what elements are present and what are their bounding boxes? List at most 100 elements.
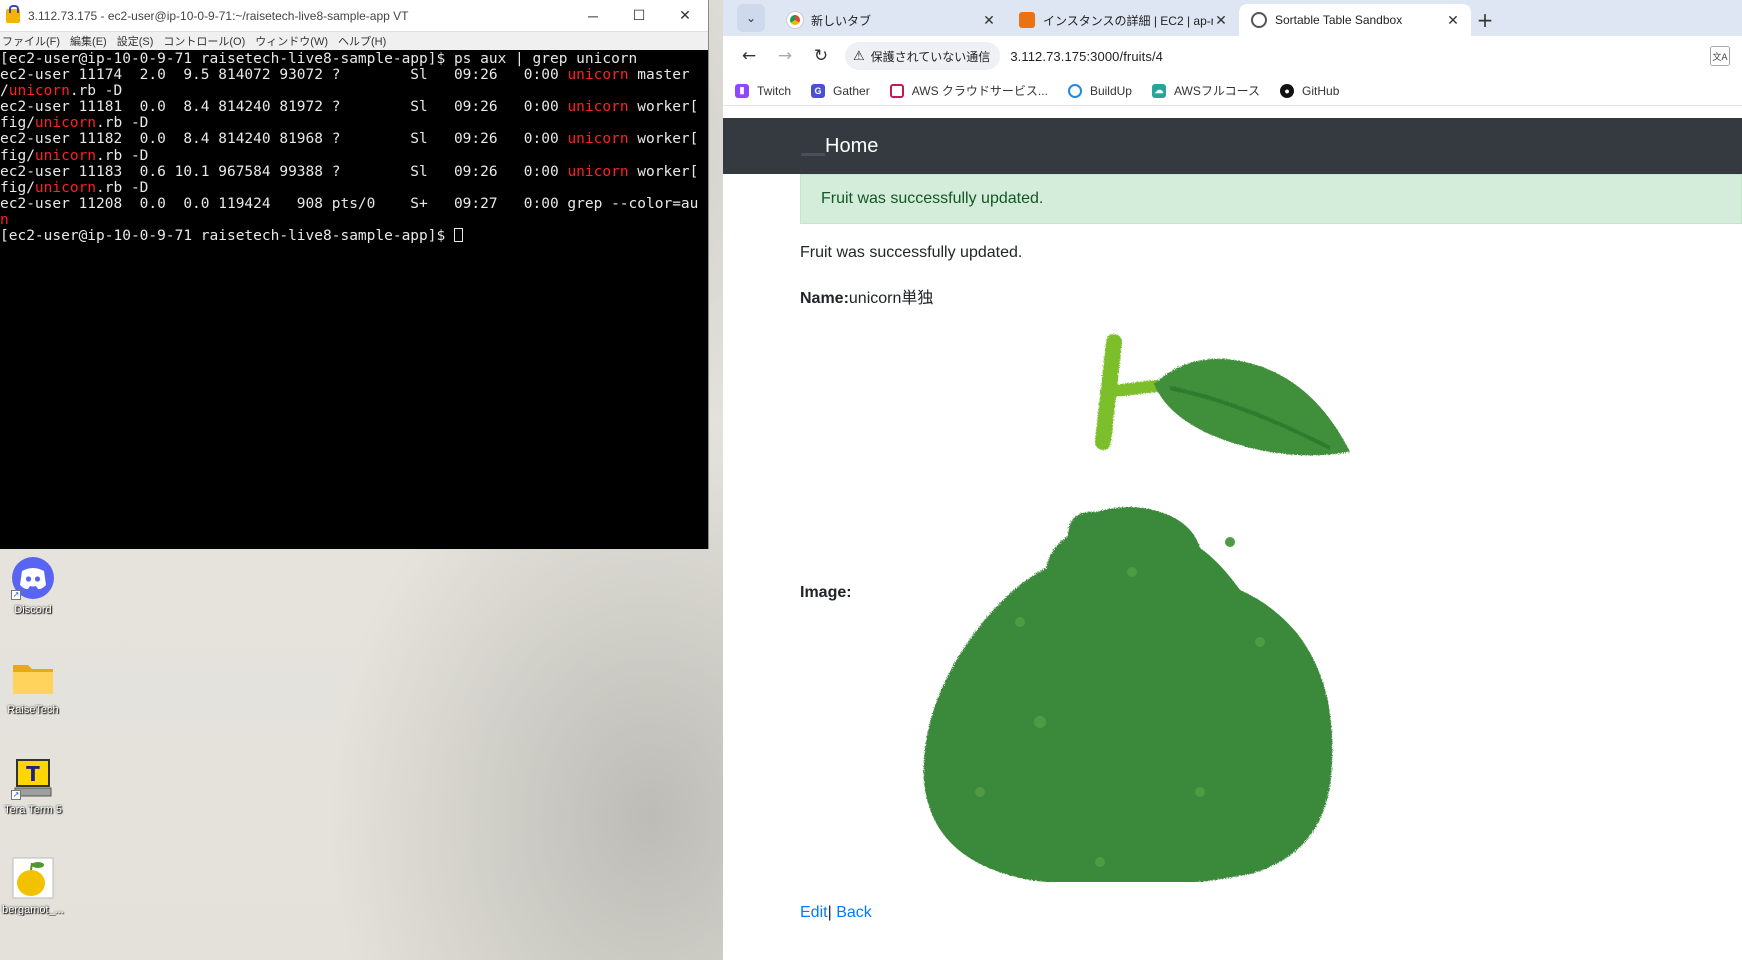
reload-icon[interactable]: ↻ [803,40,839,72]
menu-edit[interactable]: 編集(E) [68,33,115,49]
terminal-text: ec2-user 11174 2.0 9.5 814072 93072 ? Sl… [0,67,568,84]
omnibox[interactable]: ⚠ 保護されていない通信 3.112.73.175:3000/fruits/4 [845,40,1706,72]
highlight-match: unicorn [34,147,97,164]
folder-icon [11,656,55,700]
terminal-line: fig/unicorn.rb -D [0,180,708,196]
chrome-icon [786,11,804,29]
highlight-match: unicorn [34,115,97,132]
bookmark-twitch[interactable]: ▮ Twitch [735,83,792,98]
shortcut-arrow-icon: ↗ [11,790,21,800]
desktop-icon-label: Discord [14,604,52,616]
terminal-line: n [0,212,708,228]
navbar-toggler-icon[interactable] [801,152,825,156]
desktop-icon-teraterm[interactable]: T ↗ Tera Term 5 [0,756,66,816]
terminal-window[interactable]: 3.112.73.175 - ec2-user@ip-10-0-9-71:~/r… [0,0,709,549]
bookmark-aws-course[interactable]: ☁ AWSフルコース [1151,82,1261,99]
desktop-icon-bergamot[interactable]: bergamot_... [0,856,66,916]
terminal-text: worker[2] -c con [637,163,708,180]
terminal-text: .rb -D [96,115,149,132]
terminal-text: ec2-user 11183 0.6 10.1 967584 99388 ? S… [0,163,568,180]
gather-icon: G [811,83,826,98]
browser-window: ⌄ 新しいタブ ✕ インスタンスの詳細 | EC2 | ap-nort ✕ So… [723,0,1742,960]
globe-icon [1251,12,1267,28]
desktop-icon-folder[interactable]: RaiseTech [0,656,66,716]
menu-window[interactable]: ウィンドウ(W) [253,33,336,49]
terminal-line: fig/unicorn.rb -D [0,148,708,164]
menu-help[interactable]: ヘルプ(H) [336,33,394,49]
terminal-scrollbar[interactable] [698,51,708,549]
translate-icon[interactable]: 文A [1710,46,1730,66]
desktop-icon-discord[interactable]: ↗ Discord [0,556,66,616]
terminal-text: / [0,83,9,100]
terminal-titlebar[interactable]: 3.112.73.175 - ec2-user@ip-10-0-9-71:~/r… [0,0,708,32]
tab-close-icon[interactable]: ✕ [981,12,997,29]
navbar: Home [723,118,1742,174]
aws-cube-icon [889,83,904,98]
terminal-menubar: ファイル(F) 編集(E) 設定(S) コントロール(O) ウィンドウ(W) ヘ… [0,32,708,50]
tab-sortable-table[interactable]: Sortable Table Sandbox ✕ [1239,4,1471,36]
security-chip[interactable]: ⚠ 保護されていない通信 [845,42,1001,70]
terminal-output[interactable]: [ec2-user@ip-10-0-9-71 raisetech-live8-s… [0,51,708,549]
bookmarks-bar: ▮ Twitch G Gather AWS クラウドサービス... BuildUp … [723,76,1742,106]
bookmark-gather[interactable]: G Gather [811,83,870,98]
terminal-text: master -c config [637,67,708,84]
web-page: Home Fruit was successfully updated. Fru… [723,118,1742,960]
maximize-icon[interactable]: ☐ [616,0,662,32]
bookmark-label: AWSフルコース [1173,84,1261,98]
warning-icon: ⚠ [853,48,865,63]
fruit-image [923,334,1350,882]
bookmark-label: BuildUp [1089,83,1132,98]
aws-console-icon [1019,12,1035,28]
tab-ec2-instance[interactable]: インスタンスの詳細 | EC2 | ap-nort ✕ [1007,4,1239,36]
back-link[interactable]: Back [836,904,872,921]
edit-link[interactable]: Edit [800,904,828,921]
terminal-title: 3.112.73.175 - ec2-user@ip-10-0-9-71:~/r… [28,8,409,23]
tab-search-chevron-icon[interactable]: ⌄ [737,4,765,32]
flash-alert: Fruit was successfully updated. [800,174,1742,224]
aws-course-icon: ☁ [1151,83,1166,98]
bookmark-label: Twitch [757,83,792,98]
terminal-line: /unicorn.rb -D [0,83,708,99]
image-label: Image: [800,584,852,601]
terminal-text: fig/ [0,147,35,164]
discord-icon: ↗ [11,556,55,600]
bookmark-aws-cloud[interactable]: AWS クラウドサービス... [889,82,1048,99]
terminal-text: worker[1] -c con [637,131,708,148]
bookmark-github[interactable]: ● GitHub [1280,83,1339,98]
terminal-line: ec2-user 11208 0.0 0.0 119424 908 pts/0 … [0,196,708,212]
terminal-text: [ec2-user@ip-10-0-9-71 raisetech-live8-s… [0,228,454,245]
tab-new-tab[interactable]: 新しいタブ ✕ [775,4,1007,36]
minimize-icon[interactable]: ─ [570,0,616,32]
tab-label: 新しいタブ [811,13,872,28]
back-arrow-icon[interactable]: ← [731,40,767,72]
highlight-match: unicorn [567,67,629,84]
terminal-line: fig/unicorn.rb -D [0,115,708,131]
name-label: Name: [800,290,849,307]
teraterm-app-icon [6,4,20,23]
terminal-text: worker[0] -c con [637,99,708,116]
terminal-text: .rb -D [69,83,123,100]
shortcut-arrow-icon: ↗ [11,590,21,600]
tab-close-icon[interactable]: ✕ [1445,12,1461,29]
terminal-line: [ec2-user@ip-10-0-9-71 raisetech-live8-s… [0,228,708,244]
bookmark-buildup[interactable]: BuildUp [1067,83,1132,98]
terminal-text: [ec2-user@ip-10-0-9-71 raisetech-live8-s… [0,51,638,67]
tab-close-icon[interactable]: ✕ [1213,12,1229,29]
forward-arrow-icon[interactable]: → [767,40,803,72]
menu-settings[interactable]: 設定(S) [115,33,162,49]
url-text[interactable]: 3.112.73.175:3000/fruits/4 [1010,49,1163,64]
github-icon: ● [1280,83,1295,98]
new-tab-plus-icon[interactable]: + [1471,6,1499,34]
terminal-text: ec2-user 11208 0.0 0.0 119424 908 pts/0 … [0,195,708,212]
terminal-line: ec2-user 11174 2.0 9.5 814072 93072 ? Sl… [0,67,708,83]
navbar-brand[interactable]: Home [825,135,878,158]
menu-control[interactable]: コントロール(O) [161,33,253,49]
bergamot-image-icon [11,856,55,900]
menu-file[interactable]: ファイル(F) [0,33,68,49]
terminal-line: ec2-user 11181 0.0 8.4 814240 81972 ? Sl… [0,99,708,115]
highlight-match: unicorn [8,83,70,100]
desktop-icon-label: Tera Term 5 [4,804,62,816]
terminal-text: fig/ [0,179,35,196]
highlight-match: unicorn [567,131,629,148]
close-icon[interactable]: ✕ [662,0,708,32]
